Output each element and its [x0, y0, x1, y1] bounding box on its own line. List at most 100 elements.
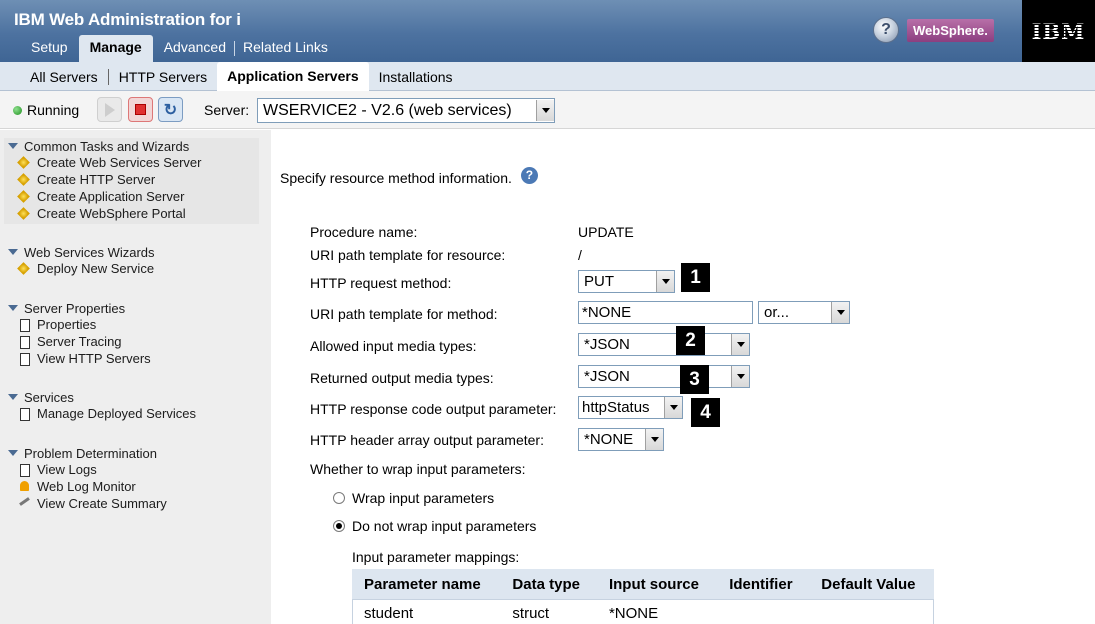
sidebar-item-web-log-monitor[interactable]: Web Log Monitor — [8, 478, 167, 495]
wizard-icon — [18, 156, 31, 169]
app-title: IBM Web Administration for i — [14, 10, 241, 29]
help-icon[interactable]: ? — [520, 166, 538, 184]
sidebar-group-common-tasks: Common Tasks and Wizards Create Web Serv… — [4, 138, 259, 224]
output-media-select[interactable]: *JSON — [578, 365, 750, 388]
sidebar-group-title: Web Services Wizards — [24, 244, 155, 260]
radio-button[interactable] — [333, 492, 345, 504]
sidebar-item-server-tracing[interactable]: Server Tracing — [8, 333, 151, 350]
table-cell — [717, 599, 809, 624]
callout-2: 2 — [676, 326, 705, 355]
http-method-label: HTTP request method: — [310, 275, 452, 291]
instruction: Specify resource method information. ? — [280, 166, 538, 186]
uri-method-input[interactable]: *NONE — [578, 301, 753, 324]
document-icon — [18, 318, 31, 332]
no-wrap-input-option-label: Do not wrap input parameters — [352, 518, 537, 534]
stop-server-button[interactable] — [128, 97, 153, 122]
key-icon — [18, 497, 31, 510]
callout-3: 3 — [680, 365, 709, 394]
wizard-icon — [18, 207, 31, 220]
sidebar-item-label: View Logs — [37, 462, 97, 477]
column-header[interactable]: Identifier — [717, 569, 810, 600]
server-status: Running — [13, 102, 79, 118]
sidebar-group-web-services-wizards: Web Services Wizards Deploy New Service — [8, 244, 155, 277]
sidebar-group-header[interactable]: Services — [8, 389, 196, 405]
main-content: Specify resource method information. ? P… — [271, 130, 1095, 624]
sidebar-item-view-logs[interactable]: View Logs — [8, 461, 167, 478]
server-select[interactable]: WSERVICE2 - V2.6 (web services) — [257, 98, 555, 123]
wrap-input-option-label: Wrap input parameters — [352, 490, 495, 506]
procedure-name-value: UPDATE — [578, 224, 634, 240]
uri-method-or-select[interactable]: or... — [758, 301, 850, 324]
callout-1: 1 — [681, 263, 710, 292]
sidebar-item-manage-deployed-services[interactable]: Manage Deployed Services — [8, 405, 196, 422]
chevron-down-icon — [831, 302, 849, 323]
sidebar-item-label: View Create Summary — [37, 496, 167, 511]
tab-related-links[interactable]: Related Links — [235, 35, 339, 62]
server-label: Server: — [204, 102, 250, 118]
websphere-logo: ? WebSphere. — [873, 17, 994, 43]
help-icon[interactable]: ? — [873, 17, 899, 43]
sidebar-item-create-application-server[interactable]: Create Application Server — [8, 188, 259, 205]
sidebar-group-header[interactable]: Problem Determination — [8, 445, 167, 461]
expand-arrow-icon — [8, 305, 18, 311]
table-cell — [809, 599, 934, 624]
sidebar-group-header[interactable]: Server Properties — [8, 300, 151, 316]
no-wrap-input-option[interactable]: Do not wrap input parameters — [333, 518, 536, 534]
sidebar-group-problem-determination: Problem Determination View Logs Web Log … — [8, 445, 167, 512]
sidebar-item-properties[interactable]: Properties — [8, 316, 151, 333]
server-select-value: WSERVICE2 - V2.6 (web services) — [263, 101, 512, 119]
subnav-application-servers[interactable]: Application Servers — [217, 62, 369, 91]
http-method-value: PUT — [584, 273, 614, 290]
sidebar-item-view-http-servers[interactable]: View HTTP Servers — [8, 350, 151, 367]
input-media-label: Allowed input media types: — [310, 338, 477, 354]
play-icon — [104, 102, 115, 117]
refresh-icon: ↻ — [163, 101, 178, 119]
sidebar-item-label: View HTTP Servers — [37, 351, 151, 366]
sidebar-item-create-websphere-portal[interactable]: Create WebSphere Portal — [8, 205, 259, 222]
subnav-all-servers[interactable]: All Servers — [20, 68, 109, 85]
sidebar-group-header[interactable]: Web Services Wizards — [8, 244, 155, 260]
header-array-select[interactable]: *NONE — [578, 428, 664, 451]
column-header[interactable]: Data type — [500, 569, 597, 600]
response-code-value: httpStatus — [582, 399, 650, 416]
column-header[interactable]: Input source — [596, 569, 718, 600]
sidebar-group-header[interactable]: Common Tasks and Wizards — [8, 138, 259, 154]
expand-arrow-icon — [8, 450, 18, 456]
sidebar-item-view-create-summary[interactable]: View Create Summary — [8, 495, 167, 512]
tab-setup[interactable]: Setup — [20, 35, 79, 62]
input-media-select[interactable]: *JSON — [578, 333, 750, 356]
sidebar-item-deploy-new-service[interactable]: Deploy New Service — [8, 260, 155, 277]
refresh-button[interactable]: ↻ — [158, 97, 183, 122]
sidebar: Common Tasks and Wizards Create Web Serv… — [0, 130, 271, 624]
procedure-name-label: Procedure name: — [310, 224, 418, 240]
subnav-installations[interactable]: Installations — [369, 69, 463, 85]
response-code-select[interactable]: httpStatus — [578, 396, 683, 419]
http-method-select[interactable]: PUT — [578, 270, 675, 293]
bell-icon — [18, 480, 31, 493]
wizard-icon — [18, 173, 31, 186]
wrap-input-option[interactable]: Wrap input parameters — [333, 490, 494, 506]
chevron-down-icon — [731, 334, 749, 355]
ibm-logo-box: IBM — [1022, 0, 1095, 62]
wizard-icon — [18, 190, 31, 203]
header-banner: IBM Web Administration for i Setup Manag… — [0, 0, 1022, 62]
tab-manage[interactable]: Manage — [78, 35, 153, 62]
tab-advanced[interactable]: Advanced — [153, 35, 234, 62]
table-cell: student — [364, 604, 414, 622]
table-cell: *NONE — [608, 604, 659, 622]
sidebar-item-label: Create Web Services Server — [37, 155, 202, 170]
subnav-http-servers[interactable]: HTTP Servers — [109, 69, 217, 85]
chevron-down-icon — [656, 271, 674, 292]
status-text: Running — [27, 102, 80, 118]
column-header[interactable]: Default Value — [809, 569, 934, 600]
document-icon — [18, 335, 31, 349]
start-server-button[interactable] — [97, 97, 122, 122]
sidebar-item-create-web-services-server[interactable]: Create Web Services Server — [8, 154, 259, 171]
sidebar-item-label: Deploy New Service — [37, 261, 155, 276]
expand-arrow-icon — [8, 143, 18, 149]
sidebar-group-services: Services Manage Deployed Services — [8, 389, 196, 422]
sidebar-item-create-http-server[interactable]: Create HTTP Server — [8, 171, 259, 188]
uri-resource-label: URI path template for resource: — [310, 247, 506, 263]
column-header[interactable]: Parameter name — [352, 569, 501, 600]
radio-button-selected[interactable] — [333, 520, 345, 532]
